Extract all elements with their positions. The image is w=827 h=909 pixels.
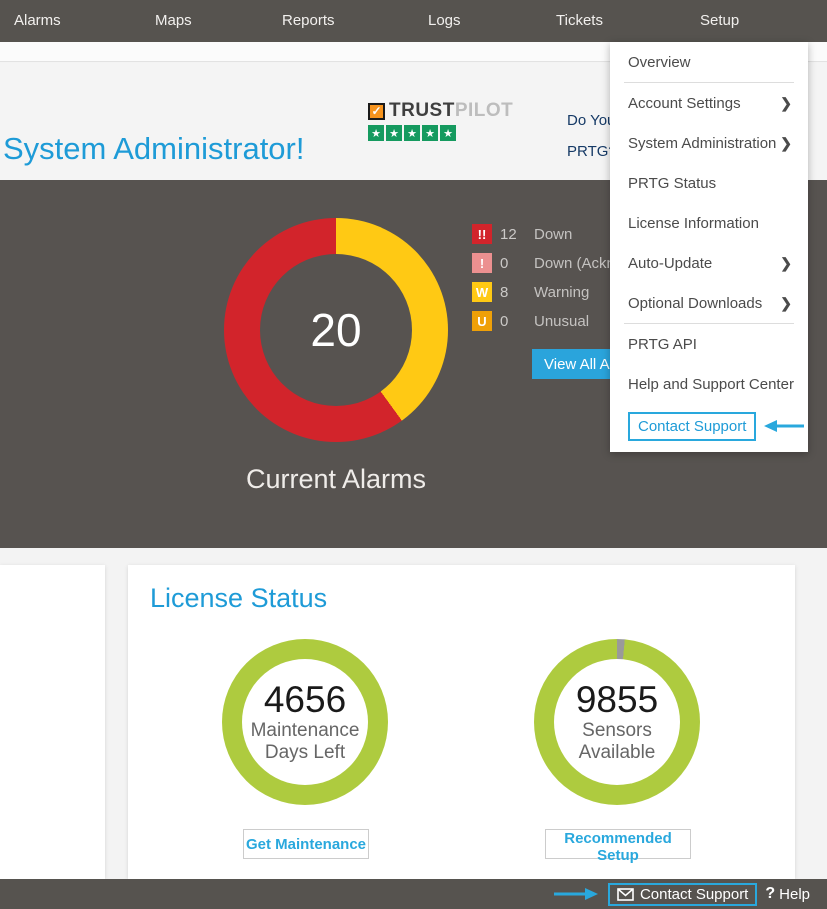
legend-count: 12 xyxy=(500,226,534,243)
license-status-title: License Status xyxy=(150,583,327,614)
help-icon: ? xyxy=(765,885,775,903)
menu-item-license-information[interactable]: License Information xyxy=(610,203,808,243)
star-icon: ★ xyxy=(440,125,456,141)
trustpilot-wordmark: TRUSTPILOT xyxy=(389,100,513,122)
menu-item-optional-downloads[interactable]: Optional Downloads❯ xyxy=(610,283,808,323)
nav-item-maps[interactable]: Maps xyxy=(155,0,192,42)
menu-item-prtg-status[interactable]: PRTG Status xyxy=(610,163,808,203)
legend-count: 8 xyxy=(500,284,534,301)
legend-count: 0 xyxy=(500,255,534,272)
chevron-right-icon: ❯ xyxy=(780,255,792,272)
legend-label: Warning xyxy=(534,284,589,301)
nav-item-reports[interactable]: Reports xyxy=(282,0,335,42)
menu-item-auto-update[interactable]: Auto-Update❯ xyxy=(610,243,808,283)
legend-label: Down xyxy=(534,226,572,243)
maintenance-donut-center: 4656 Maintenance Days Left xyxy=(222,639,388,805)
menu-item-prtg-api[interactable]: PRTG API xyxy=(610,324,808,364)
top-nav: Alarms Maps Reports Logs Tickets Setup xyxy=(0,0,827,42)
menu-item-account-settings[interactable]: Account Settings❯ xyxy=(610,83,808,123)
nav-item-logs[interactable]: Logs xyxy=(428,0,461,42)
menu-item-overview[interactable]: Overview xyxy=(610,42,808,82)
star-icon: ★ xyxy=(386,125,402,141)
chevron-right-icon: ❯ xyxy=(780,135,792,152)
sensors-label: Sensors xyxy=(582,720,652,742)
envelope-icon xyxy=(617,888,634,901)
chevron-right-icon: ❯ xyxy=(780,95,792,112)
star-icon: ★ xyxy=(422,125,438,141)
sensors-donut-center: 9855 Sensors Available xyxy=(534,639,700,805)
page-title: System Administrator! xyxy=(3,131,304,167)
maintenance-label: Maintenance xyxy=(251,720,360,742)
left-partial-card xyxy=(0,565,105,879)
menu-item-contact-support: Contact Support xyxy=(610,404,808,448)
menu-item-system-administration[interactable]: System Administration❯ xyxy=(610,123,808,163)
current-alarms-total: 20 xyxy=(224,218,448,442)
sensors-label2: Available xyxy=(579,742,656,764)
nav-item-setup[interactable]: Setup xyxy=(700,0,739,42)
contact-support-menu-link[interactable]: Contact Support xyxy=(628,412,756,441)
left-arrow-icon xyxy=(762,419,804,433)
prtg-dashboard: Alarms Maps Reports Logs Tickets Setup S… xyxy=(0,0,827,909)
nav-item-alarms[interactable]: Alarms xyxy=(14,0,61,42)
trustpilot-check-icon: ✓ xyxy=(368,103,385,120)
trustpilot-badge[interactable]: ✓ TRUSTPILOT ★ ★ ★ ★ ★ xyxy=(368,100,513,141)
star-icon: ★ xyxy=(368,125,384,141)
unusual-status-icon: U xyxy=(472,311,492,331)
trustpilot-stars: ★ ★ ★ ★ ★ xyxy=(368,125,513,141)
legend-count: 0 xyxy=(500,313,534,330)
maintenance-days-value: 4656 xyxy=(264,680,346,720)
chevron-right-icon: ❯ xyxy=(780,295,792,312)
warning-status-icon: W xyxy=(472,282,492,302)
footer-help-button[interactable]: ? Help xyxy=(765,885,810,903)
menu-item-help-and-support-center[interactable]: Help and Support Center xyxy=(610,364,808,404)
down-status-icon: !! xyxy=(472,224,492,244)
recommended-setup-button[interactable]: Recommended Setup xyxy=(545,829,691,859)
maintenance-label2: Days Left xyxy=(265,742,345,764)
star-icon: ★ xyxy=(404,125,420,141)
right-arrow-icon xyxy=(554,887,600,901)
legend-label: Unusual xyxy=(534,313,589,330)
setup-dropdown-menu: Overview Account Settings❯ System Admini… xyxy=(610,42,808,452)
nav-item-tickets[interactable]: Tickets xyxy=(556,0,603,42)
get-maintenance-button[interactable]: Get Maintenance xyxy=(243,829,369,859)
current-alarms-caption: Current Alarms xyxy=(226,464,446,495)
sensors-available-value: 9855 xyxy=(576,680,658,720)
footer-bar: Contact Support ? Help xyxy=(0,879,827,909)
footer-contact-support-button[interactable]: Contact Support xyxy=(608,883,757,906)
down-ack-status-icon: ! xyxy=(472,253,492,273)
